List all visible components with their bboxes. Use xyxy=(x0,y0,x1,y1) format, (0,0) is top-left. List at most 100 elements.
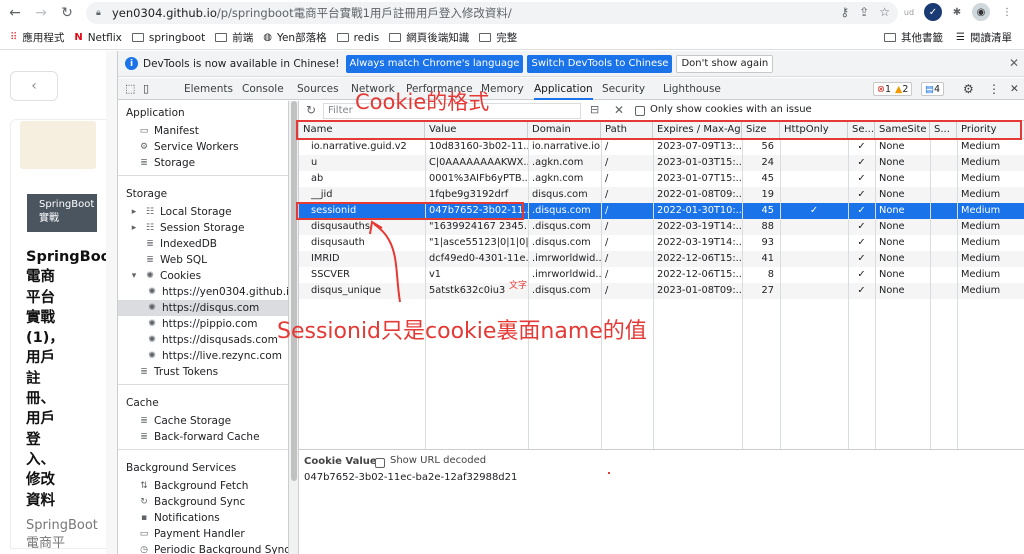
table-row[interactable]: __jid 1fqbe9g3192drf disqus.com / 2022-01-08… xyxy=(299,187,1024,203)
bookmark-frontend[interactable]: 前端 xyxy=(215,30,253,45)
cookie-origin-disqus[interactable]: ✺ https://disqus.com xyxy=(118,300,288,316)
cell-secure: ✓ xyxy=(857,269,866,280)
sidebar-item-periodic-sync[interactable]: ◷ Periodic Background Sync xyxy=(138,542,288,554)
issues-counter[interactable]: ⊗ 1 ▲ 2 xyxy=(873,82,913,96)
close-icon[interactable]: ✕ xyxy=(1009,56,1019,70)
bookmark-yen-blog[interactable]: ◍ Yen部落格 xyxy=(263,30,326,45)
more-options-icon[interactable]: ⋮ xyxy=(988,78,1000,100)
table-row[interactable]: io.narrative.guid.v2 10d83160-3b02-11... i… xyxy=(299,139,1024,155)
bookmarks-bar: ⠿ 應用程式 N Netflix springboot 前端 ◍ Yen部落格 red… xyxy=(0,26,1024,50)
table-row[interactable]: u C|0AAAAAAAAKWX... .agkn.com / 2023-01-03T1… xyxy=(299,155,1024,171)
cell-value: 1fqbe9g3192drf xyxy=(429,189,509,200)
tab-sources[interactable]: Sources xyxy=(297,78,339,100)
folder-icon xyxy=(389,33,402,42)
sidebar-item-storage[interactable]: ≣ Storage xyxy=(138,155,195,171)
cookie-icon: ✺ xyxy=(148,335,156,345)
refresh-icon[interactable]: ↻ xyxy=(306,103,316,117)
lock-icon: 🔒︎ xyxy=(96,8,101,18)
share-icon[interactable]: ⇪ xyxy=(859,5,869,19)
extension-check-icon[interactable]: ✓ xyxy=(924,3,942,21)
tab-security[interactable]: Security xyxy=(602,78,645,100)
tab-console[interactable]: Console xyxy=(242,78,284,100)
bookmark-netflix[interactable]: N Netflix xyxy=(74,32,122,44)
sidebar-item-manifest[interactable]: ▭ Manifest xyxy=(138,123,199,139)
folder-icon xyxy=(336,33,349,42)
sidebar-item-local-storage[interactable]: ▸ ☷ Local Storage xyxy=(128,204,232,220)
sidebar-item-background-fetch[interactable]: ⇅ Background Fetch xyxy=(138,478,248,494)
cell-samesite: None xyxy=(879,173,905,184)
bookmark-apps[interactable]: ⠿ 應用程式 xyxy=(10,30,64,45)
divider xyxy=(118,449,288,450)
cell-path: / xyxy=(605,157,609,168)
gear-icon[interactable]: ⚙ xyxy=(963,78,974,100)
sidebar-item-notifications[interactable]: ▪ Notifications xyxy=(138,510,220,526)
key-icon[interactable]: ⚷ xyxy=(840,5,849,19)
cookie-icon: ✺ xyxy=(146,271,154,281)
show-url-decoded-checkbox[interactable] xyxy=(375,456,390,469)
sidebar-item-service-workers[interactable]: ⚙ Service Workers xyxy=(138,139,239,155)
article-tag[interactable]: SpringBoot 實戰 xyxy=(27,194,97,232)
col-divider xyxy=(848,139,849,449)
reload-icon[interactable]: ↻ xyxy=(56,2,78,24)
sidebar-item-cookies[interactable]: ▾ ✺ Cookies xyxy=(128,268,201,284)
switch-chinese-button[interactable]: Switch DevTools to Chinese xyxy=(527,54,673,73)
sidebar-item-background-sync[interactable]: ↻ Background Sync xyxy=(138,494,245,510)
database-icon: ≣ xyxy=(140,367,148,377)
tab-application[interactable]: Application xyxy=(534,78,593,100)
cell-size: 8 xyxy=(767,269,774,280)
match-language-button[interactable]: Always match Chrome's language xyxy=(345,54,524,73)
avatar[interactable]: ◉ xyxy=(972,3,990,21)
bookmark-complete[interactable]: 完整 xyxy=(479,30,517,45)
puzzle-icon[interactable]: ✱ xyxy=(948,3,966,21)
tab-elements[interactable]: Elements xyxy=(184,78,233,100)
address-bar[interactable]: 🔒︎ yen0304.github.io/p/springboot電商平台實戰1… xyxy=(86,2,898,24)
back-button[interactable]: ‹ xyxy=(10,71,58,101)
cell-value: 10d83160-3b02-11... xyxy=(429,141,528,152)
cookie-value-text[interactable]: 047b7652-3b02-11ec-ba2e-12af32988d21 xyxy=(304,472,517,483)
bookmark-other[interactable]: 其他書籤 xyxy=(884,30,943,45)
cell-domain: disqus.com xyxy=(532,189,588,200)
warning-icon: ▲ xyxy=(895,83,903,95)
sidebar-item-session-storage[interactable]: ▸ ☷ Session Storage xyxy=(128,220,245,236)
sidebar-item-trust-tokens[interactable]: ≣ Trust Tokens xyxy=(138,364,218,380)
close-devtools-icon[interactable]: ✕ xyxy=(1010,78,1019,100)
database-icon: ≣ xyxy=(146,255,154,265)
folder-icon xyxy=(884,33,896,42)
tab-lighthouse[interactable]: Lighthouse xyxy=(663,78,721,100)
only-issues-checkbox[interactable] xyxy=(635,105,650,117)
table-row[interactable]: ab 0001%3AIFb6yPTB... .agkn.com / 2023-01-07… xyxy=(299,171,1024,187)
sidebar-item-payment-handler[interactable]: ▭ Payment Handler xyxy=(138,526,245,542)
scrollbar-thumb[interactable] xyxy=(291,101,297,481)
folder-icon xyxy=(479,33,492,42)
sidebar-item-cache-storage[interactable]: ≣ Cache Storage xyxy=(138,413,231,429)
cookie-origin-pippio[interactable]: ✺ https://pippio.com xyxy=(146,316,257,332)
cookie-origin-disqusads[interactable]: ✺ https://disqusads.com xyxy=(146,332,278,348)
cell-priority: Medium xyxy=(961,189,1001,200)
sidebar-item-indexeddb[interactable]: ≣ IndexedDB xyxy=(144,236,217,252)
extension-ud-icon[interactable]: ud xyxy=(900,3,918,21)
sidebar-item-web-sql[interactable]: ≣ Web SQL xyxy=(144,252,207,268)
sidebar-item-back-forward-cache[interactable]: ≣ Back-forward Cache xyxy=(138,429,259,445)
cell-httponly: ✓ xyxy=(809,205,819,216)
bookmark-redis[interactable]: redis xyxy=(336,32,379,44)
clear-filtered-icon[interactable]: ⊟ xyxy=(590,103,599,116)
cookie-origin-yen0304[interactable]: ✺ https://yen0304.github.io xyxy=(146,284,288,300)
messages-counter[interactable]: ▤ 4 xyxy=(921,82,945,96)
back-arrow-icon[interactable]: ← xyxy=(4,2,26,24)
cell-name: io.narrative.guid.v2 xyxy=(311,141,407,152)
star-icon[interactable]: ☆ xyxy=(879,5,890,19)
grid-icon: ☷ xyxy=(145,223,155,233)
device-toggle-icon[interactable]: ▯ xyxy=(143,78,149,100)
delete-icon[interactable]: ✕ xyxy=(614,103,624,117)
cell-expires: 2022-03-19T14:... xyxy=(657,237,742,248)
cell-samesite: None xyxy=(879,285,905,296)
menu-dots-icon[interactable]: ⋮ xyxy=(998,3,1016,21)
inspect-element-icon[interactable]: ⬚ xyxy=(125,78,135,100)
col-divider xyxy=(780,139,781,449)
bookmark-backend[interactable]: 網頁後端知識 xyxy=(389,30,469,45)
bookmark-springboot[interactable]: springboot xyxy=(131,32,205,44)
dont-show-again-button[interactable]: Don't show again xyxy=(676,54,774,73)
cookie-origin-rezync[interactable]: ✺ https://live.rezync.com xyxy=(146,348,282,364)
reading-list[interactable]: ☰ 閱讀清單 xyxy=(956,30,1012,45)
forward-arrow-icon[interactable]: → xyxy=(30,2,52,24)
